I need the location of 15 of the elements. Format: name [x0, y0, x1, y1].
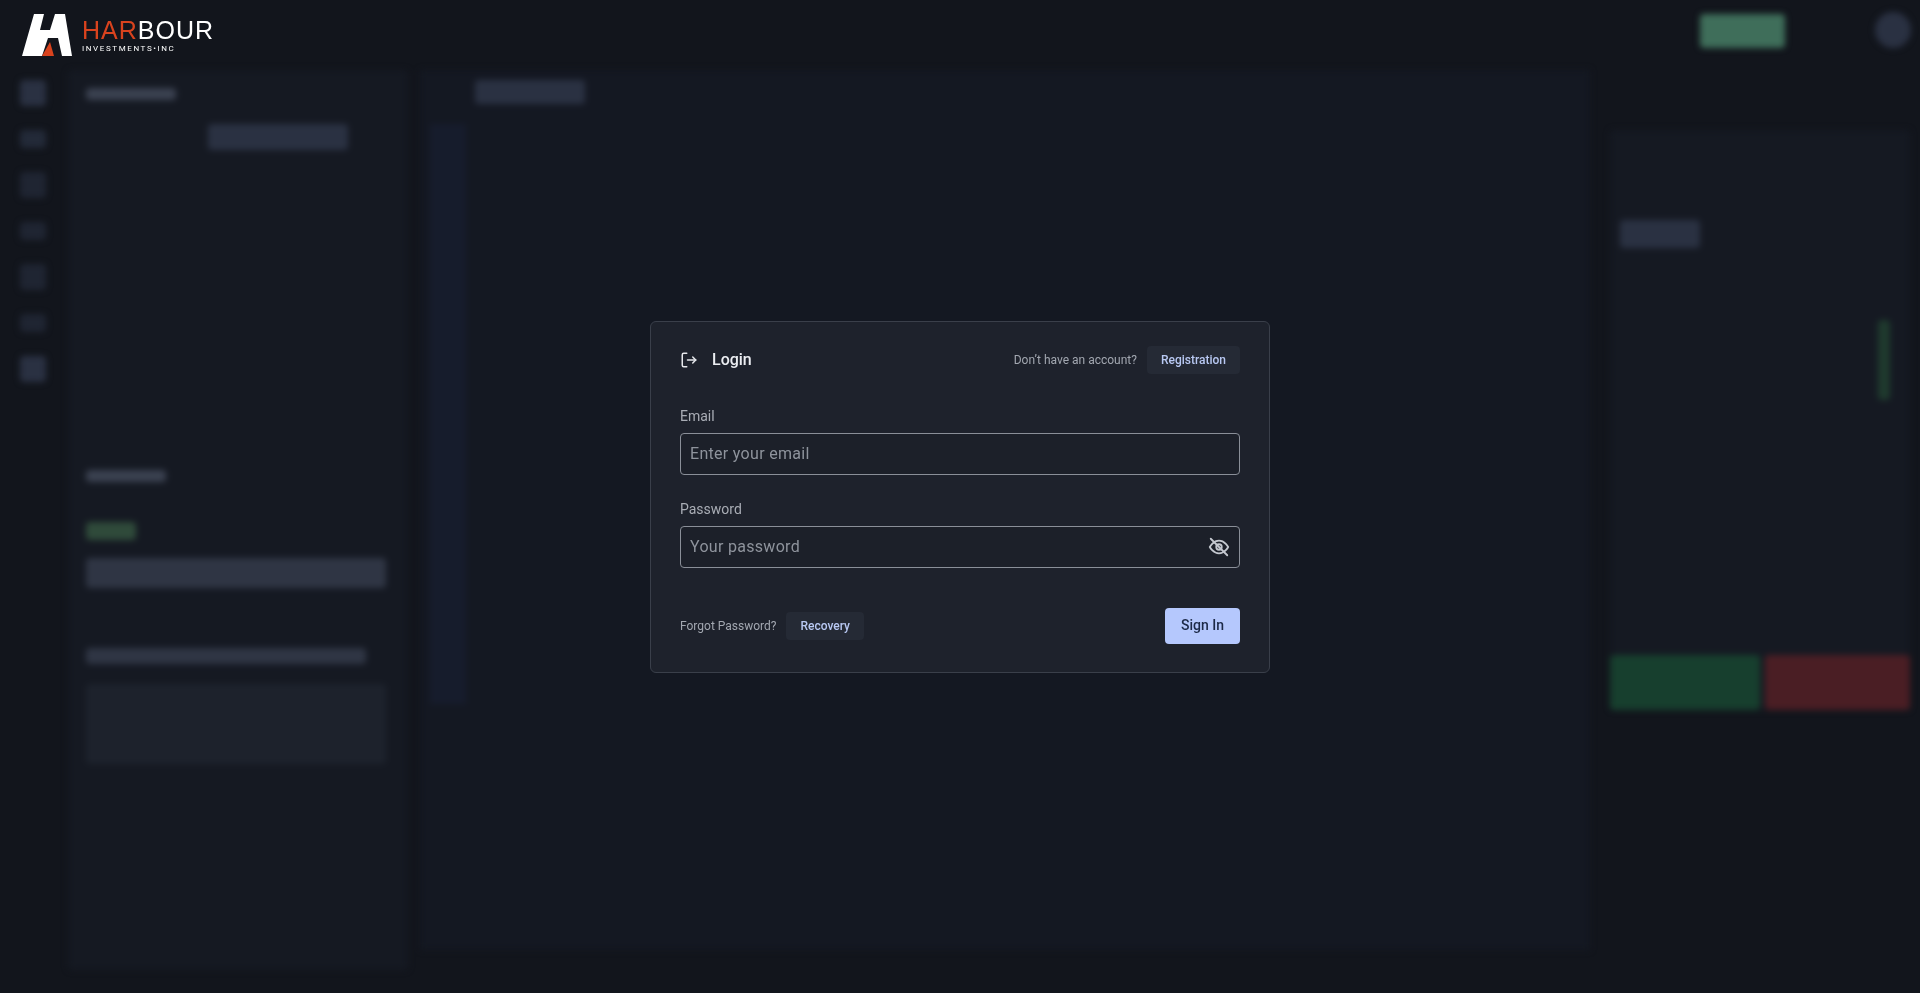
- field-label: Email: [680, 406, 716, 426]
- hide-password-icon[interactable]: [1208, 535, 1230, 558]
- registration-button[interactable]: Registration: [1146, 345, 1240, 374]
- dialog-title: Login: [712, 348, 752, 371]
- logo-icon: [20, 14, 72, 56]
- field-label: Password: [680, 499, 743, 519]
- signup-prompt: Don’t have an account?: [1013, 351, 1137, 369]
- email-field[interactable]: Enter your email: [680, 432, 1240, 475]
- password-field[interactable]: Your password: [680, 525, 1240, 568]
- sign-in-button[interactable]: Sign In: [1165, 607, 1240, 644]
- brand-tagline: INVESTMENTS•INC: [82, 44, 177, 53]
- forgot-password-prompt: Forgot Password?: [680, 617, 777, 635]
- logout-icon: [680, 350, 698, 369]
- recovery-button[interactable]: Recovery: [786, 611, 864, 640]
- brand-name: HARBOUR: [82, 17, 215, 43]
